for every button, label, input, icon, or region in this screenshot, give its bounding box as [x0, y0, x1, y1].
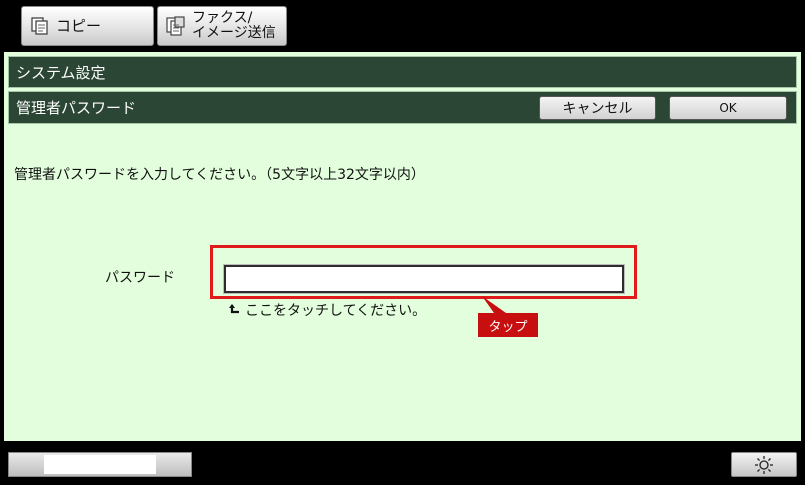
tab-copy-label: コピー — [56, 17, 102, 35]
system-settings-title: システム設定 — [16, 63, 106, 82]
admin-password-title: 管理者パスワード — [16, 99, 137, 117]
cancel-button[interactable]: キャンセル — [539, 96, 656, 120]
fax-scan-icon — [166, 16, 185, 36]
tab-copy[interactable]: コピー — [21, 6, 154, 46]
return-arrow-icon — [229, 304, 239, 314]
system-settings-bar: システム設定 — [8, 56, 797, 88]
password-input[interactable] — [223, 264, 625, 294]
ok-button[interactable]: OK — [669, 96, 787, 120]
touch-hint: ここをタッチしてください。 — [229, 300, 426, 320]
touch-hint-text: ここをタッチしてください。 — [245, 303, 427, 319]
status-display — [44, 455, 156, 474]
brightness-icon — [755, 455, 773, 474]
copy-icon — [31, 17, 48, 35]
tab-fax-image-send[interactable]: ファクス/ イメージ送信 — [157, 6, 287, 46]
status-indicator-button[interactable] — [8, 452, 192, 477]
brightness-button[interactable] — [731, 452, 797, 477]
tap-callout: タップ — [478, 313, 538, 337]
instruction-text: 管理者パスワードを入力してください。（5文字以上32文字以内） — [14, 167, 425, 183]
main-panel: システム設定 管理者パスワード キャンセル OK 管理者パスワードを入力してくだ… — [4, 52, 801, 441]
password-label: パスワード — [105, 270, 175, 286]
tab-fax-label: ファクス/ イメージ送信 — [192, 10, 276, 41]
admin-password-bar: 管理者パスワード キャンセル OK — [8, 91, 797, 124]
